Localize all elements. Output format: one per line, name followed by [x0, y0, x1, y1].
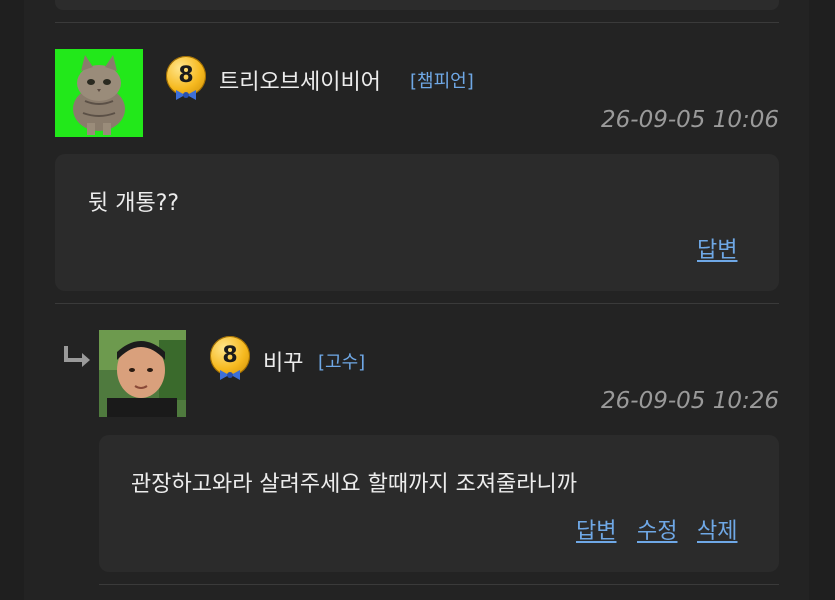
delete-button[interactable]: 삭제 — [697, 513, 737, 545]
comment-timestamp: 26-09-05 10:06 — [601, 107, 779, 133]
user-rank: [고수] — [318, 352, 366, 373]
username[interactable]: 트리오브세이비어 — [219, 64, 381, 96]
divider — [55, 22, 779, 23]
reply-button[interactable]: 답변 — [697, 232, 737, 264]
ribbon-icon — [176, 90, 196, 100]
level-badge: 8 — [210, 336, 250, 382]
edit-button[interactable]: 수정 — [637, 513, 677, 545]
comment-timestamp: 26-09-05 10:26 — [601, 388, 779, 414]
divider — [99, 584, 779, 585]
reply-button[interactable]: 답변 — [576, 513, 616, 545]
comment-text: 관장하고와라 살려주세요 할때까지 조져줄라니까 — [131, 472, 578, 497]
level-badge: 8 — [166, 56, 206, 102]
right-margin — [809, 0, 835, 600]
user-rank: [챔피언] — [410, 71, 474, 92]
reply-arrow-icon — [64, 346, 90, 367]
comment-body-card: 관장하고와라 살려주세요 할때까지 조져줄라니까 답변 수정 삭제 — [99, 435, 779, 572]
left-margin — [0, 0, 24, 600]
divider — [55, 303, 779, 304]
comment-text: 뒷 개통?? — [88, 191, 180, 216]
cat-avatar-image — [55, 49, 143, 137]
man-avatar-image — [99, 330, 186, 417]
previous-comment-card — [55, 0, 779, 10]
username[interactable]: 비꾸 — [263, 345, 303, 377]
user-avatar[interactable] — [55, 49, 143, 137]
user-avatar[interactable] — [99, 330, 186, 417]
comment-body-card: 뒷 개통?? 답변 — [55, 154, 779, 291]
ribbon-icon — [220, 370, 240, 380]
